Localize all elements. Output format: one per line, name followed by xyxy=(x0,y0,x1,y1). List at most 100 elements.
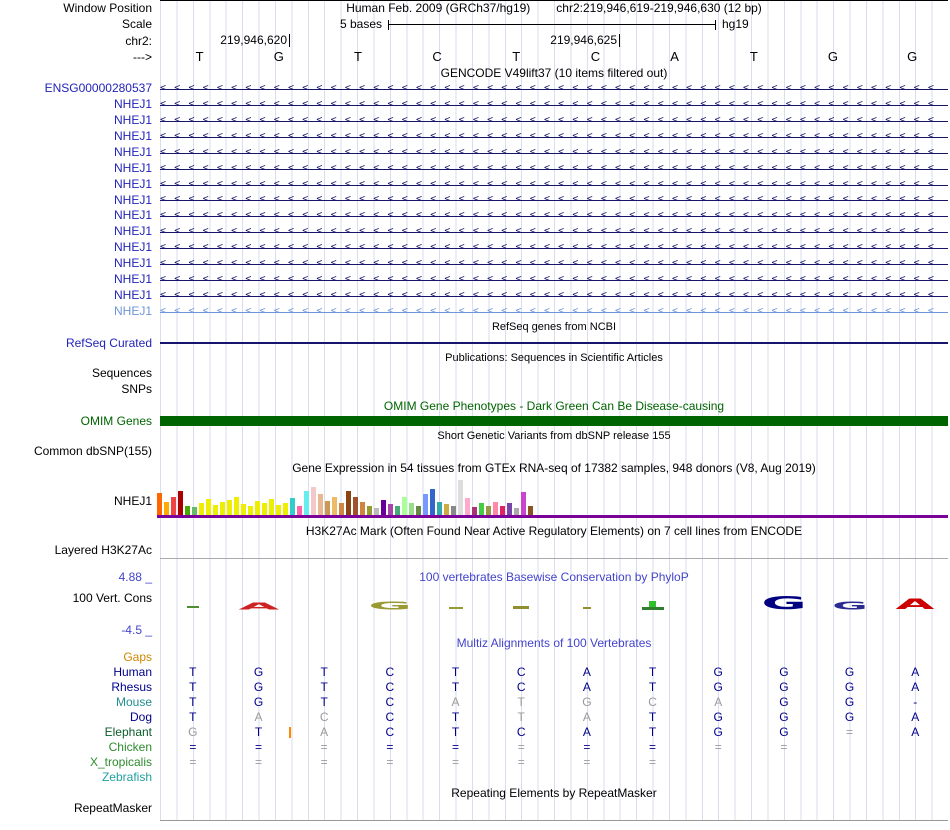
gene-transcript-line[interactable]: <<<<<<<<<<<<<<<<<<<<<<<<<<<<<<<<<<<<<<<<… xyxy=(160,177,948,193)
svg-text:G: G xyxy=(761,595,806,610)
gene-item-label[interactable]: NHEJ1 xyxy=(0,272,152,288)
base-letter-row: TGTCTCATGGGA xyxy=(160,49,950,65)
phylop-track-title[interactable]: 100 vertebrates Basewise Conservation by… xyxy=(160,570,948,584)
refseq-curated-label[interactable]: RefSeq Curated xyxy=(0,336,152,351)
gene-item-label[interactable]: NHEJ1 xyxy=(0,129,152,145)
gene-transcript-line[interactable]: <<<<<<<<<<<<<<<<<<<<<<<<<<<<<<<<<<<<<<<<… xyxy=(160,208,948,224)
gene-item-label[interactable]: NHEJ1 xyxy=(0,208,152,224)
gene-item-label[interactable]: NHEJ1 xyxy=(0,177,152,193)
gene-transcript-line[interactable]: <<<<<<<<<<<<<<<<<<<<<<<<<<<<<<<<<<<<<<<<… xyxy=(160,256,948,272)
reverse-strand-arrows: <<<<<<<<<<<<<<<<<<<<<<<<<<<<<<<<<<<<<<<<… xyxy=(160,178,943,190)
gtex-track-title[interactable]: Gene Expression in 54 tissues from GTEx … xyxy=(160,461,948,475)
alignment-base xyxy=(488,770,554,785)
scale-bar xyxy=(388,20,716,30)
gtex-tissue-bar xyxy=(283,503,288,515)
gene-transcript-line[interactable]: <<<<<<<<<<<<<<<<<<<<<<<<<<<<<<<<<<<<<<<<… xyxy=(160,129,948,145)
publications-track-title[interactable]: Publications: Sequences in Scientific Ar… xyxy=(160,352,948,365)
alignment-base xyxy=(423,650,489,665)
gtex-gene-model-line[interactable] xyxy=(157,515,948,518)
gene-row: NHEJ1 <<<<<<<<<<<<<<<<<<<<<<<<<<<<<<<<<<<… xyxy=(0,145,950,161)
gene-transcript-line[interactable]: <<<<<<<<<<<<<<<<<<<<<<<<<<<<<<<<<<<<<<<<… xyxy=(160,145,948,161)
svg-text:G: G xyxy=(368,601,411,610)
h3k27ac-track-title[interactable]: H3K27Ac Mark (Often Found Near Active Re… xyxy=(160,524,948,538)
gene-transcript-line[interactable]: <<<<<<<<<<<<<<<<<<<<<<<<<<<<<<<<<<<<<<<<… xyxy=(160,81,948,97)
alignment-base: T xyxy=(648,680,657,694)
omim-gene-bar[interactable] xyxy=(160,416,948,426)
alignment-row-rhesus: Rhesus T G T C T C A T G G G A xyxy=(0,680,950,695)
gene-item-label[interactable]: NHEJ1 xyxy=(0,113,152,129)
gencode-track-title[interactable]: GENCODE V49lift37 (10 items filtered out… xyxy=(160,66,948,80)
alignment-base: C xyxy=(385,695,395,709)
gene-transcript-line[interactable]: <<<<<<<<<<<<<<<<<<<<<<<<<<<<<<<<<<<<<<<<… xyxy=(160,97,948,113)
alignment-base: G xyxy=(779,725,789,739)
gene-item-label[interactable]: NHEJ1 xyxy=(0,145,152,161)
dbsnp-track-title[interactable]: Short Genetic Variants from dbSNP releas… xyxy=(160,430,948,443)
species-label[interactable]: Gaps xyxy=(0,650,152,665)
gene-transcript-line[interactable]: <<<<<<<<<<<<<<<<<<<<<<<<<<<<<<<<<<<<<<<<… xyxy=(160,288,948,304)
chrom-label: chr2: xyxy=(125,34,152,48)
alignment-base: A xyxy=(254,710,263,724)
multiz-track-title[interactable]: Multiz Alignments of 100 Vertebrates xyxy=(160,636,948,650)
alignment-base: A xyxy=(714,695,723,709)
alignment-base: A xyxy=(320,725,329,739)
species-label[interactable]: Elephant xyxy=(0,725,152,740)
alignment-base xyxy=(357,770,423,785)
gene-item-label[interactable]: NHEJ1 xyxy=(0,288,152,304)
gene-transcript-line[interactable]: <<<<<<<<<<<<<<<<<<<<<<<<<<<<<<<<<<<<<<<<… xyxy=(160,272,948,288)
gene-transcript-line[interactable]: <<<<<<<<<<<<<<<<<<<<<<<<<<<<<<<<<<<<<<<<… xyxy=(160,161,948,177)
alignment-base xyxy=(751,755,817,770)
gene-item-label[interactable]: NHEJ1 xyxy=(0,224,152,240)
species-label[interactable]: Chicken xyxy=(0,740,152,755)
alignment-cells xyxy=(160,770,948,785)
gene-transcript-line[interactable]: <<<<<<<<<<<<<<<<<<<<<<<<<<<<<<<<<<<<<<<<… xyxy=(160,304,948,320)
gtex-tissue-bar xyxy=(465,498,470,515)
h3k27ac-label[interactable]: Layered H3K27Ac xyxy=(0,543,152,567)
omim-track-title[interactable]: OMIM Gene Phenotypes - Dark Green Can Be… xyxy=(160,399,948,413)
reverse-strand-arrows: <<<<<<<<<<<<<<<<<<<<<<<<<<<<<<<<<<<<<<<<… xyxy=(160,114,943,126)
species-label[interactable]: Dog xyxy=(0,710,152,725)
gene-transcript-line[interactable]: <<<<<<<<<<<<<<<<<<<<<<<<<<<<<<<<<<<<<<<<… xyxy=(160,113,948,129)
alignment-base: C xyxy=(516,725,526,739)
scale-value: 5 bases xyxy=(339,17,382,31)
phylop-track-label[interactable]: 100 Vert. Cons xyxy=(0,591,152,605)
gtex-tissue-bar xyxy=(528,506,533,515)
gene-item-label[interactable]: NHEJ1 xyxy=(0,193,152,209)
refseq-track-title[interactable]: RefSeq genes from NCBI xyxy=(160,321,948,334)
dbsnp-label[interactable]: Common dbSNP(155) xyxy=(0,444,152,459)
gene-item-label[interactable]: NHEJ1 xyxy=(0,97,152,113)
gene-transcript-line[interactable]: <<<<<<<<<<<<<<<<<<<<<<<<<<<<<<<<<<<<<<<<… xyxy=(160,193,948,209)
alignment-base: = xyxy=(189,740,197,754)
species-label[interactable]: Rhesus xyxy=(0,680,152,695)
gtex-tissue-bar xyxy=(220,502,225,515)
sequences-label[interactable]: Sequences xyxy=(0,366,152,381)
gene-transcript-line[interactable]: <<<<<<<<<<<<<<<<<<<<<<<<<<<<<<<<<<<<<<<<… xyxy=(160,240,948,256)
gene-item-label[interactable]: NHEJ1 xyxy=(0,161,152,177)
species-label[interactable]: Mouse xyxy=(0,695,152,710)
gtex-tissue-bar xyxy=(325,501,330,515)
gtex-tissue-bar xyxy=(360,502,365,515)
gene-row: ENSG00000280537 <<<<<<<<<<<<<<<<<<<<<<<<<… xyxy=(0,81,950,97)
omim-genes-label[interactable]: OMIM Genes xyxy=(0,413,152,429)
alignment-base xyxy=(291,770,357,785)
gtex-bars[interactable] xyxy=(157,477,533,515)
gene-item-label[interactable]: NHEJ1 xyxy=(0,240,152,256)
coord-left: 219,946,620 xyxy=(220,33,287,47)
gene-item-label[interactable]: NHEJ1 xyxy=(0,304,152,320)
refseq-gene-line[interactable] xyxy=(160,342,948,344)
sequences-row: Sequences xyxy=(0,366,950,381)
alignment-base xyxy=(817,740,883,755)
gene-transcript-line[interactable]: <<<<<<<<<<<<<<<<<<<<<<<<<<<<<<<<<<<<<<<<… xyxy=(160,224,948,240)
alignment-cells: = = = = = = = = = = xyxy=(160,740,948,755)
alignment-insertion-marker xyxy=(289,727,291,738)
repeatmasker-label[interactable]: RepeatMasker xyxy=(0,801,152,816)
snps-label[interactable]: SNPs xyxy=(0,382,152,397)
species-label[interactable]: Zebrafish xyxy=(0,770,152,785)
species-label[interactable]: X_tropicalis xyxy=(0,755,152,770)
phylop-logo-letter: A xyxy=(238,602,280,610)
gene-item-label[interactable]: NHEJ1 xyxy=(0,256,152,272)
strand-label: ---> xyxy=(133,50,152,64)
gene-item-label[interactable]: ENSG00000280537 xyxy=(0,81,152,97)
gtex-gene-label[interactable]: NHEJ1 xyxy=(0,494,152,508)
species-label[interactable]: Human xyxy=(0,665,152,680)
repeatmasker-track-title[interactable]: Repeating Elements by RepeatMasker xyxy=(160,786,948,800)
